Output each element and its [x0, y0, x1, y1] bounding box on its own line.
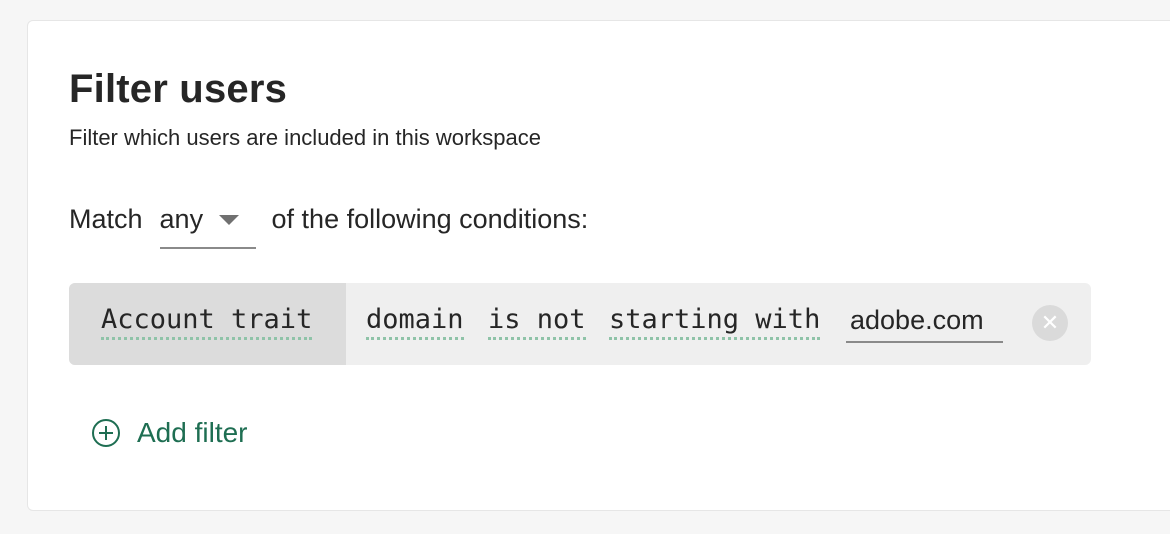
- match-suffix-label: of the following conditions:: [271, 204, 589, 234]
- operator-selector[interactable]: starting with: [609, 303, 821, 340]
- filter-condition-row: Account trait domain is not starting wit…: [69, 283, 1091, 365]
- match-mode-select[interactable]: any: [159, 201, 256, 249]
- add-filter-label: Add filter: [137, 417, 248, 448]
- remove-filter-button[interactable]: ✕: [1032, 305, 1068, 341]
- filter-value-input[interactable]: adobe.com: [846, 301, 1003, 343]
- add-filter-button[interactable]: Add filter: [92, 417, 248, 449]
- match-label: Match: [69, 204, 143, 234]
- match-condition-row: Match any of the following conditions:: [69, 201, 588, 251]
- match-mode-value: any: [159, 204, 204, 234]
- filter-users-panel: Filter users Filter which users are incl…: [27, 20, 1170, 511]
- trait-type-selector[interactable]: Account trait: [101, 303, 313, 340]
- page-title: Filter users: [69, 67, 288, 111]
- chevron-down-icon: [219, 215, 240, 225]
- close-circle-icon: ✕: [1040, 310, 1060, 335]
- plus-circle-icon: [92, 419, 120, 447]
- field-selector[interactable]: domain: [366, 303, 464, 340]
- page-subtitle: Filter which users are included in this …: [69, 125, 541, 150]
- operator-negation-selector[interactable]: is not: [488, 303, 586, 340]
